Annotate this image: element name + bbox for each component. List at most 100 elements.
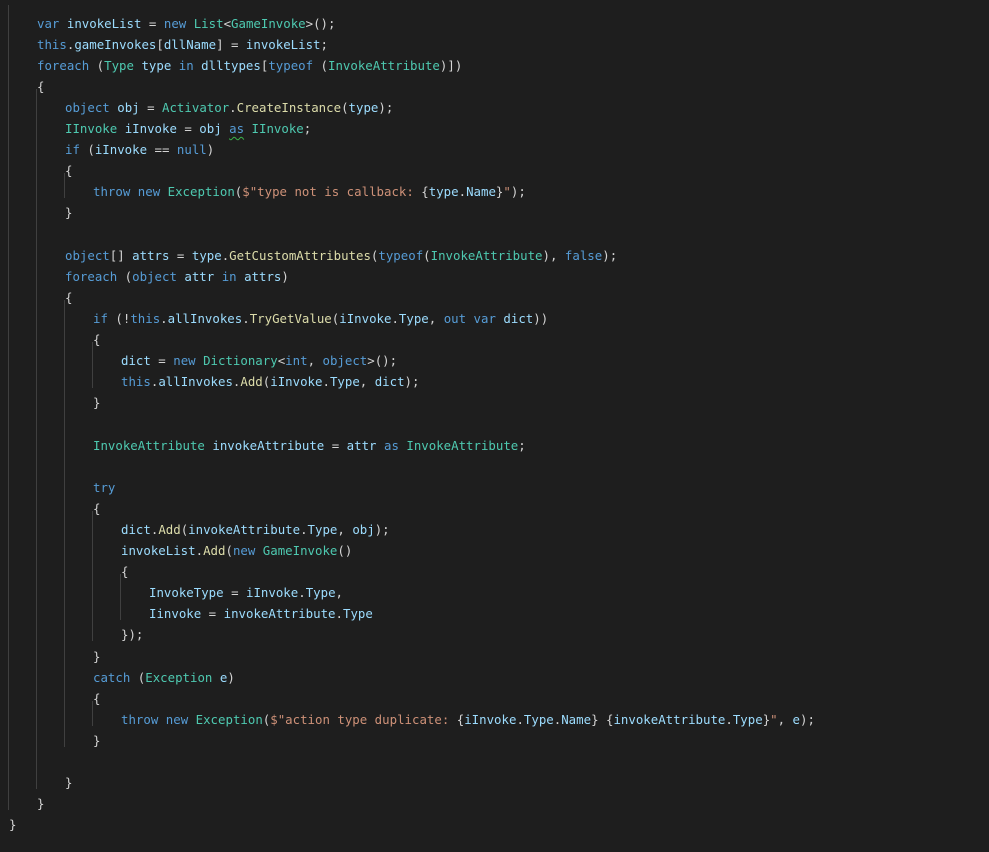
code-token: iInvoke [270,374,323,390]
code-line[interactable]: { [93,498,100,519]
code-line[interactable]: Iinvoke = invokeAttribute.Type [149,603,373,624]
code-token: = [201,606,224,622]
code-line[interactable]: }); [121,624,143,645]
code-token: ( [423,247,431,263]
code-token: Add [240,374,263,390]
code-token: Name [466,184,496,200]
code-token: >(); [305,15,336,31]
code-line[interactable]: InvokeAttribute invokeAttribute = attr a… [93,435,526,456]
code-line[interactable]: } [65,772,72,793]
code-line[interactable]: object obj = Activator.CreateInstance(ty… [65,97,393,118]
code-line[interactable]: throw new Exception($"action type duplic… [121,709,815,730]
code-line[interactable]: this.gameInvokes[dllName] = invokeList; [37,34,328,55]
code-token: throw [93,184,131,200]
code-line[interactable]: try [93,477,115,498]
code-token: IInvoke [251,121,304,136]
code-line[interactable]: if (iInvoke == null) [65,139,214,160]
code-token: { [93,500,101,516]
code-line[interactable]: } [93,392,100,413]
code-token: ; [320,36,328,52]
code-line[interactable]: { [121,561,128,582]
code-token: Type [398,310,429,326]
code-token: InvokeAttribute [328,57,440,73]
code-line[interactable]: } [65,202,72,223]
code-line[interactable]: foreach (Type type in dlltypes[typeof (I… [37,55,462,76]
code-line[interactable]: if (!this.allInvokes.TryGetValue(iInvoke… [93,308,548,329]
code-line[interactable]: } [37,793,44,814]
code-token: invokeAttribute [188,521,301,537]
code-token: foreach [65,268,118,284]
code-token: List [193,15,224,31]
code-line[interactable]: invokeList.Add(new GameInvoke() [121,540,352,561]
code-token: ); [602,247,618,263]
code-token: >(); [367,353,398,369]
code-token: as [383,437,399,453]
code-token: object [132,268,177,284]
code-line[interactable]: this.allInvokes.Add(iInvoke.Type, dict); [121,371,419,392]
code-token: GetCustomAttributes [229,247,371,263]
code-token: Add [203,543,226,558]
code-token: = [141,15,164,31]
code-token: . [516,711,524,727]
code-token: new [163,15,187,31]
code-token: obj [352,521,375,537]
code-line[interactable]: foreach (object attr in attrs) [65,266,289,287]
code-token: Exception [167,184,235,200]
code-line[interactable]: { [37,76,44,97]
code-line[interactable]: throw new Exception($"type not is callba… [93,181,526,202]
code-line[interactable]: dict.Add(invokeAttribute.Type, obj); [121,519,390,540]
code-token: new [173,353,196,369]
code-line[interactable]: { [93,329,100,350]
code-token: Type [329,374,360,390]
code-token: ( [79,142,95,158]
code-token: [] [109,247,125,263]
code-token: { [65,289,73,305]
code-token: , [337,521,353,537]
code-line[interactable]: { [65,160,72,181]
code-token: Dictionary [203,353,278,369]
code-editor[interactable]: var invokeList = new List<GameInvoke>();… [0,0,989,852]
code-line[interactable]: } [93,646,100,667]
code-line[interactable]: dict = new Dictionary<int, object>(); [121,350,397,371]
code-token: Exception [145,669,213,685]
code-token: = [324,437,347,453]
code-token: ( [225,543,233,558]
code-line[interactable]: var invokeList = new List<GameInvoke>(); [37,13,335,34]
code-line[interactable]: { [93,688,100,709]
code-token: ( [130,669,146,685]
code-token: typeof [378,247,424,263]
code-token: , [428,310,444,326]
code-token: , [335,585,343,601]
code-token: iInvoke [464,711,517,727]
code-line[interactable]: { [65,287,72,308]
code-token: . [391,310,399,326]
code-token: IInvoke [65,121,118,136]
code-token: " [503,184,511,200]
code-line[interactable]: InvokeType = iInvoke.Type, [149,582,343,603]
code-line[interactable]: } [93,730,100,751]
code-token: attrs [244,268,282,284]
code-token: attr [346,437,377,453]
code-line[interactable]: catch (Exception e) [93,667,235,688]
code-token: invokeList [66,15,142,31]
code-line[interactable]: IInvoke iInvoke = obj as IInvoke; [65,118,311,139]
code-token: dict [121,521,151,537]
code-line[interactable]: } [9,814,16,835]
code-token: invokeAttribute [212,437,325,453]
code-token: (! [107,310,131,326]
code-token: Type [307,521,338,537]
code-token: throw [121,711,159,727]
code-token: TryGetValue [249,310,332,326]
code-line[interactable]: object[] attrs = type.GetCustomAttribute… [65,245,617,266]
code-token: } [93,648,101,664]
code-token: this [130,310,161,326]
